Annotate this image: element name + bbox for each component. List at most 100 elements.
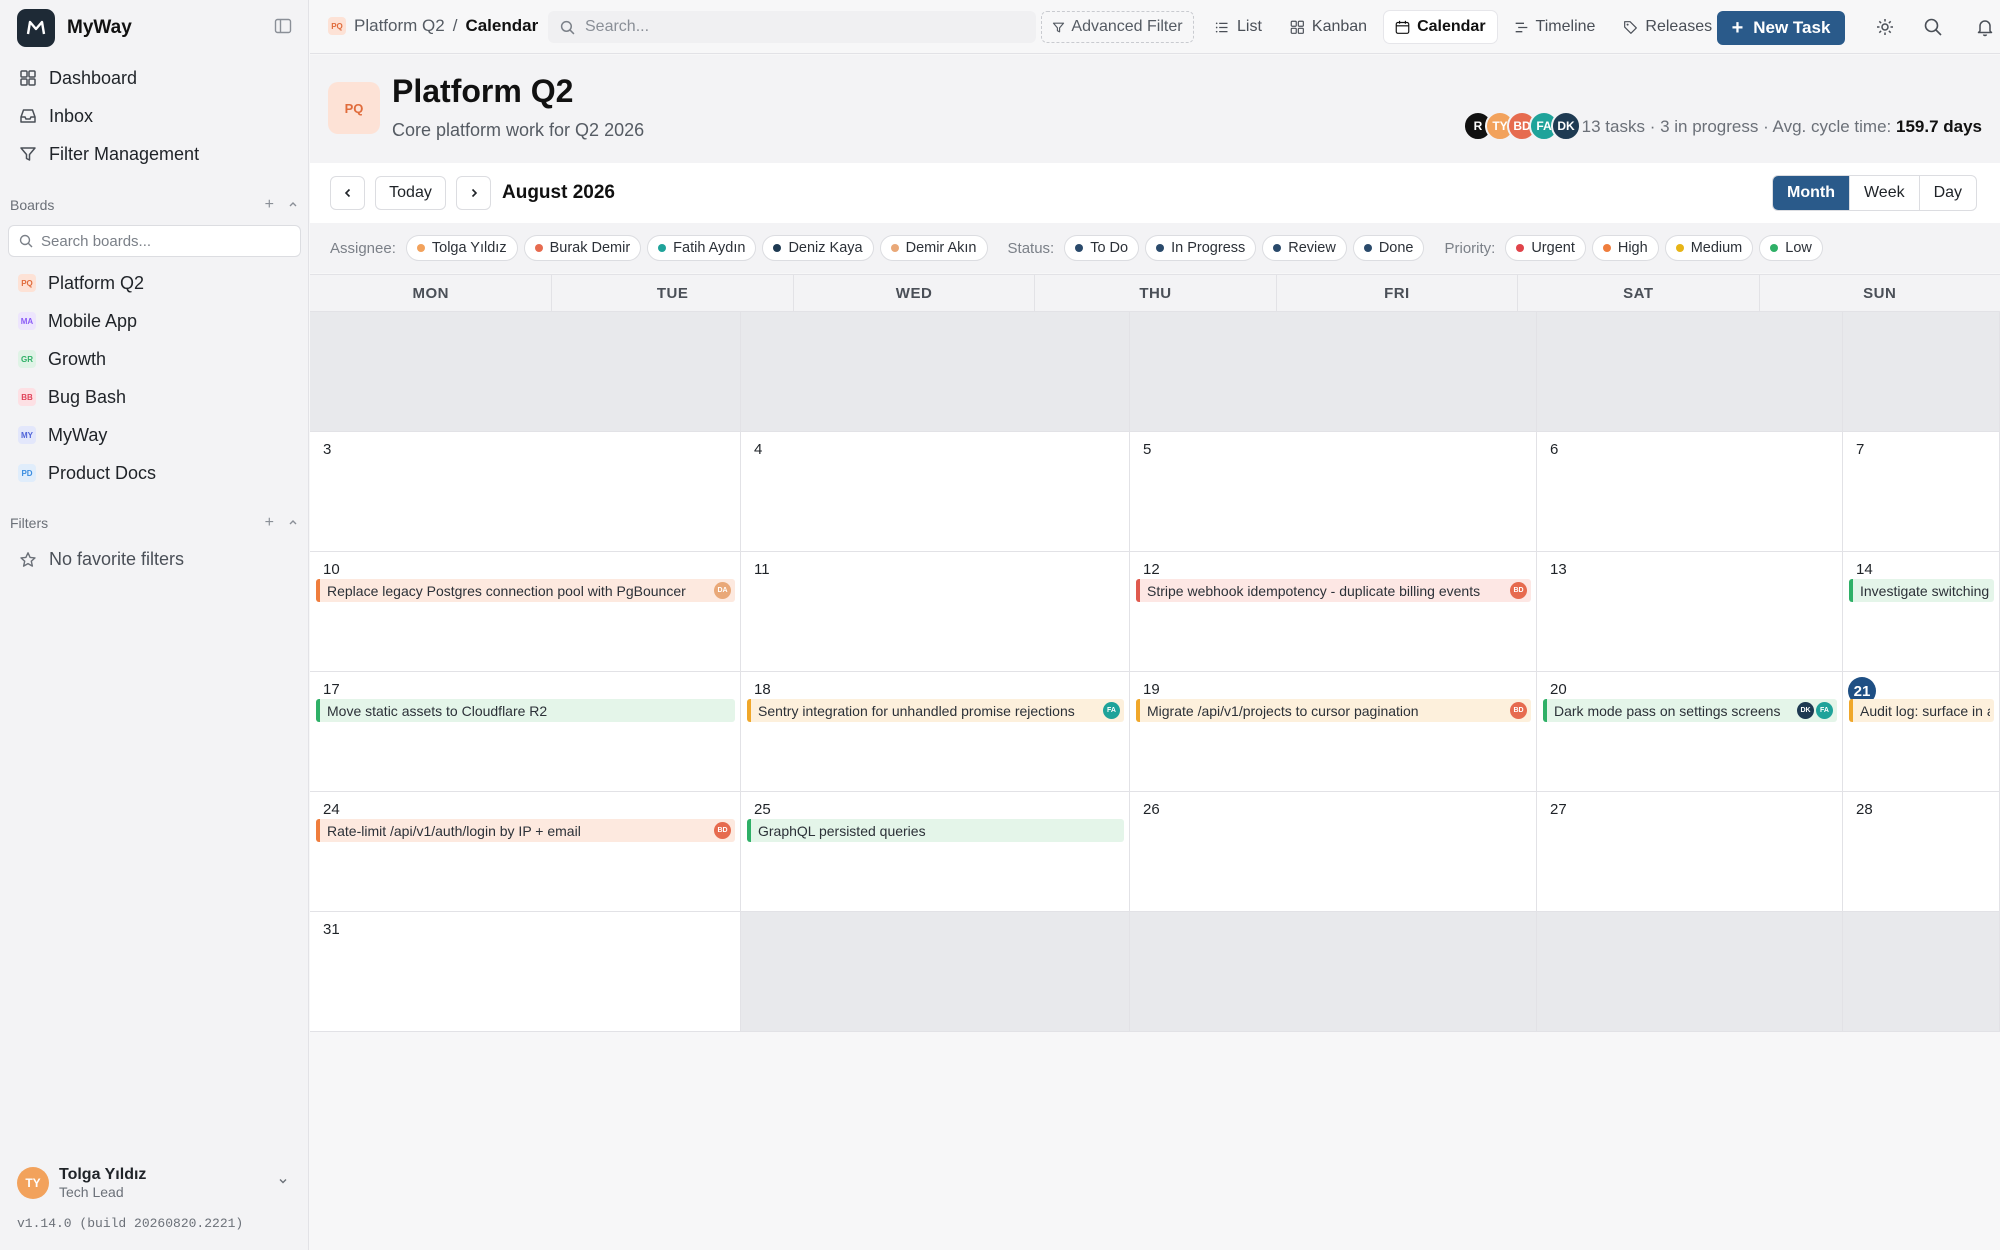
add-board-icon[interactable]: +	[265, 196, 274, 214]
plus-icon: +	[1731, 17, 1744, 39]
day-cell[interactable]: 7	[1843, 432, 2000, 552]
nav-dashboard[interactable]: Dashboard	[10, 59, 300, 97]
day-number: 28	[1856, 801, 1873, 818]
calendar-event[interactable]: Replace legacy Postgres connection pool …	[316, 579, 735, 602]
day-cell[interactable]: 5	[1130, 432, 1537, 552]
priority-filter-chip[interactable]: Medium	[1664, 235, 1754, 261]
today-button[interactable]: Today	[375, 176, 446, 210]
day-cell[interactable]: 10	[310, 552, 741, 672]
day-cell[interactable]: 31	[310, 912, 741, 1032]
sidebar-item-label: Growth	[48, 348, 107, 369]
day-cell[interactable]: 21	[1843, 672, 2000, 792]
user-menu[interactable]: TY Tolga Yıldız Tech Lead	[17, 1163, 295, 1203]
tab-list[interactable]: List	[1204, 11, 1273, 43]
priority-filter-chip[interactable]: Low	[1759, 235, 1823, 261]
avatar: BD	[714, 822, 731, 839]
sidebar-item-board[interactable]: MY MyWay	[10, 416, 300, 454]
tab-timeline[interactable]: Timeline	[1503, 11, 1607, 43]
calendar-event[interactable]: Migrate /api/v1/projects to cursor pagin…	[1136, 699, 1531, 722]
sidebar-item-board[interactable]: GR Growth	[10, 340, 300, 378]
day-cell[interactable]: 20	[1537, 672, 1843, 792]
day-cell[interactable]: 13	[1537, 552, 1843, 672]
sidebar-item-board[interactable]: BB Bug Bash	[10, 378, 300, 416]
calendar-event[interactable]: Audit log: surface in a	[1849, 699, 1994, 722]
day-cell[interactable]: 11	[741, 552, 1130, 672]
board-search-input[interactable]: Search boards...	[8, 225, 301, 257]
day-cell[interactable]: 12	[1130, 552, 1537, 672]
color-dot-icon	[773, 244, 782, 252]
next-month-button[interactable]	[456, 176, 491, 210]
collapse-filters-icon[interactable]	[288, 514, 298, 532]
day-cell[interactable]: 25	[741, 792, 1130, 912]
gear-icon[interactable]	[1875, 17, 1895, 37]
sidebar-item-board[interactable]: MA Mobile App	[10, 302, 300, 340]
assignee-filter-chip[interactable]: Deniz Kaya	[762, 235, 874, 261]
member-avatars[interactable]: R TY BD FA DK	[1463, 111, 1581, 141]
day-cell[interactable]: 17	[310, 672, 741, 792]
nav-filter-management[interactable]: Filter Management	[10, 135, 300, 173]
priority-filter-chip[interactable]: High	[1591, 235, 1659, 261]
tab-releases[interactable]: Releases	[1612, 11, 1723, 43]
weekday-wed: WED	[792, 275, 1034, 311]
calendar-event[interactable]: Rate-limit /api/v1/auth/login by IP + em…	[316, 819, 735, 842]
tab-kanban[interactable]: Kanban	[1279, 11, 1378, 43]
day-cell[interactable]: 18	[741, 672, 1130, 792]
day-cell[interactable]: 26	[1130, 792, 1537, 912]
color-dot-icon	[1156, 244, 1165, 252]
advanced-filter-button[interactable]: Advanced Filter	[1041, 11, 1194, 43]
weekday-mon: MON	[412, 284, 449, 302]
calendar-event[interactable]: Investigate switching	[1849, 579, 1994, 602]
board-badge-icon: PD	[18, 464, 36, 482]
tab-label: Timeline	[1535, 18, 1596, 35]
assignee-filter-chip[interactable]: Fatih Aydın	[647, 235, 757, 261]
priority-filter-chip[interactable]: Urgent	[1505, 235, 1586, 261]
day-cell[interactable]: 27	[1537, 792, 1843, 912]
chip-label: Burak Demir	[549, 240, 631, 256]
assignee-filter-chip[interactable]: Tolga Yıldız	[405, 235, 518, 261]
sidebar-toggle-icon[interactable]	[274, 17, 292, 35]
day-cell[interactable]: 3	[310, 432, 741, 552]
day-cell[interactable]: 28	[1843, 792, 2000, 912]
sidebar-item-board[interactable]: PQ Platform Q2	[10, 264, 300, 302]
view-mode-day-button[interactable]: Day	[1918, 176, 1976, 210]
sidebar-item-label: Product Docs	[48, 462, 157, 483]
prev-month-button[interactable]	[330, 176, 365, 210]
add-filter-icon[interactable]: +	[265, 514, 274, 532]
assignee-filter-chip[interactable]: Demir Akın	[879, 235, 988, 261]
empty-day-cell	[1537, 912, 1843, 1032]
day-cell[interactable]: 4	[741, 432, 1130, 552]
current-month: August 2026	[502, 182, 615, 203]
new-task-button[interactable]: + New Task	[1717, 11, 1845, 45]
day-cell[interactable]: 14	[1843, 552, 2000, 672]
day-cell[interactable]: 19	[1130, 672, 1537, 792]
chip-label: Fatih Aydın	[673, 240, 746, 256]
breadcrumb-board[interactable]: Platform Q2	[354, 16, 445, 36]
global-search-input[interactable]: Search...	[548, 11, 1036, 43]
view-mode-month-button[interactable]: Month	[1773, 176, 1849, 210]
tab-calendar[interactable]: Calendar	[1384, 11, 1497, 43]
search-icon[interactable]	[1923, 17, 1943, 37]
status-filter-chip[interactable]: To Do	[1064, 235, 1140, 261]
status-filter-chip[interactable]: Review	[1262, 235, 1347, 261]
day-cell[interactable]: 24	[310, 792, 741, 912]
status-filter-chip[interactable]: Done	[1352, 235, 1425, 261]
board-header: PQ Platform Q2 Core platform work for Q2…	[310, 55, 2000, 163]
brand[interactable]: MyWay	[17, 9, 132, 47]
calendar-event[interactable]: Dark mode pass on settings screens DK FA	[1543, 699, 1837, 722]
calendar-event[interactable]: GraphQL persisted queries	[747, 819, 1124, 842]
day-cell[interactable]: 6	[1537, 432, 1843, 552]
status-filter-chip[interactable]: In Progress	[1145, 235, 1257, 261]
view-mode-week-button[interactable]: Week	[1848, 176, 1919, 210]
collapse-boards-icon[interactable]	[288, 196, 298, 214]
calendar-event[interactable]: Stripe webhook idempotency - duplicate b…	[1136, 579, 1531, 602]
sidebar-item-board[interactable]: PD Product Docs	[10, 454, 300, 492]
calendar-event[interactable]: Move static assets to Cloudflare R2	[316, 699, 735, 722]
advanced-filter-label: Advanced Filter	[1071, 18, 1183, 35]
nav-inbox[interactable]: Inbox	[10, 97, 300, 135]
event-title: Migrate /api/v1/projects to cursor pagin…	[1147, 702, 1419, 719]
assignee-filter-chip[interactable]: Burak Demir	[523, 235, 642, 261]
avatar[interactable]: DK	[1551, 111, 1581, 141]
calendar-event[interactable]: Sentry integration for unhandled promise…	[747, 699, 1124, 722]
bell-icon[interactable]	[1975, 17, 1995, 37]
day-number: 3	[323, 441, 332, 458]
